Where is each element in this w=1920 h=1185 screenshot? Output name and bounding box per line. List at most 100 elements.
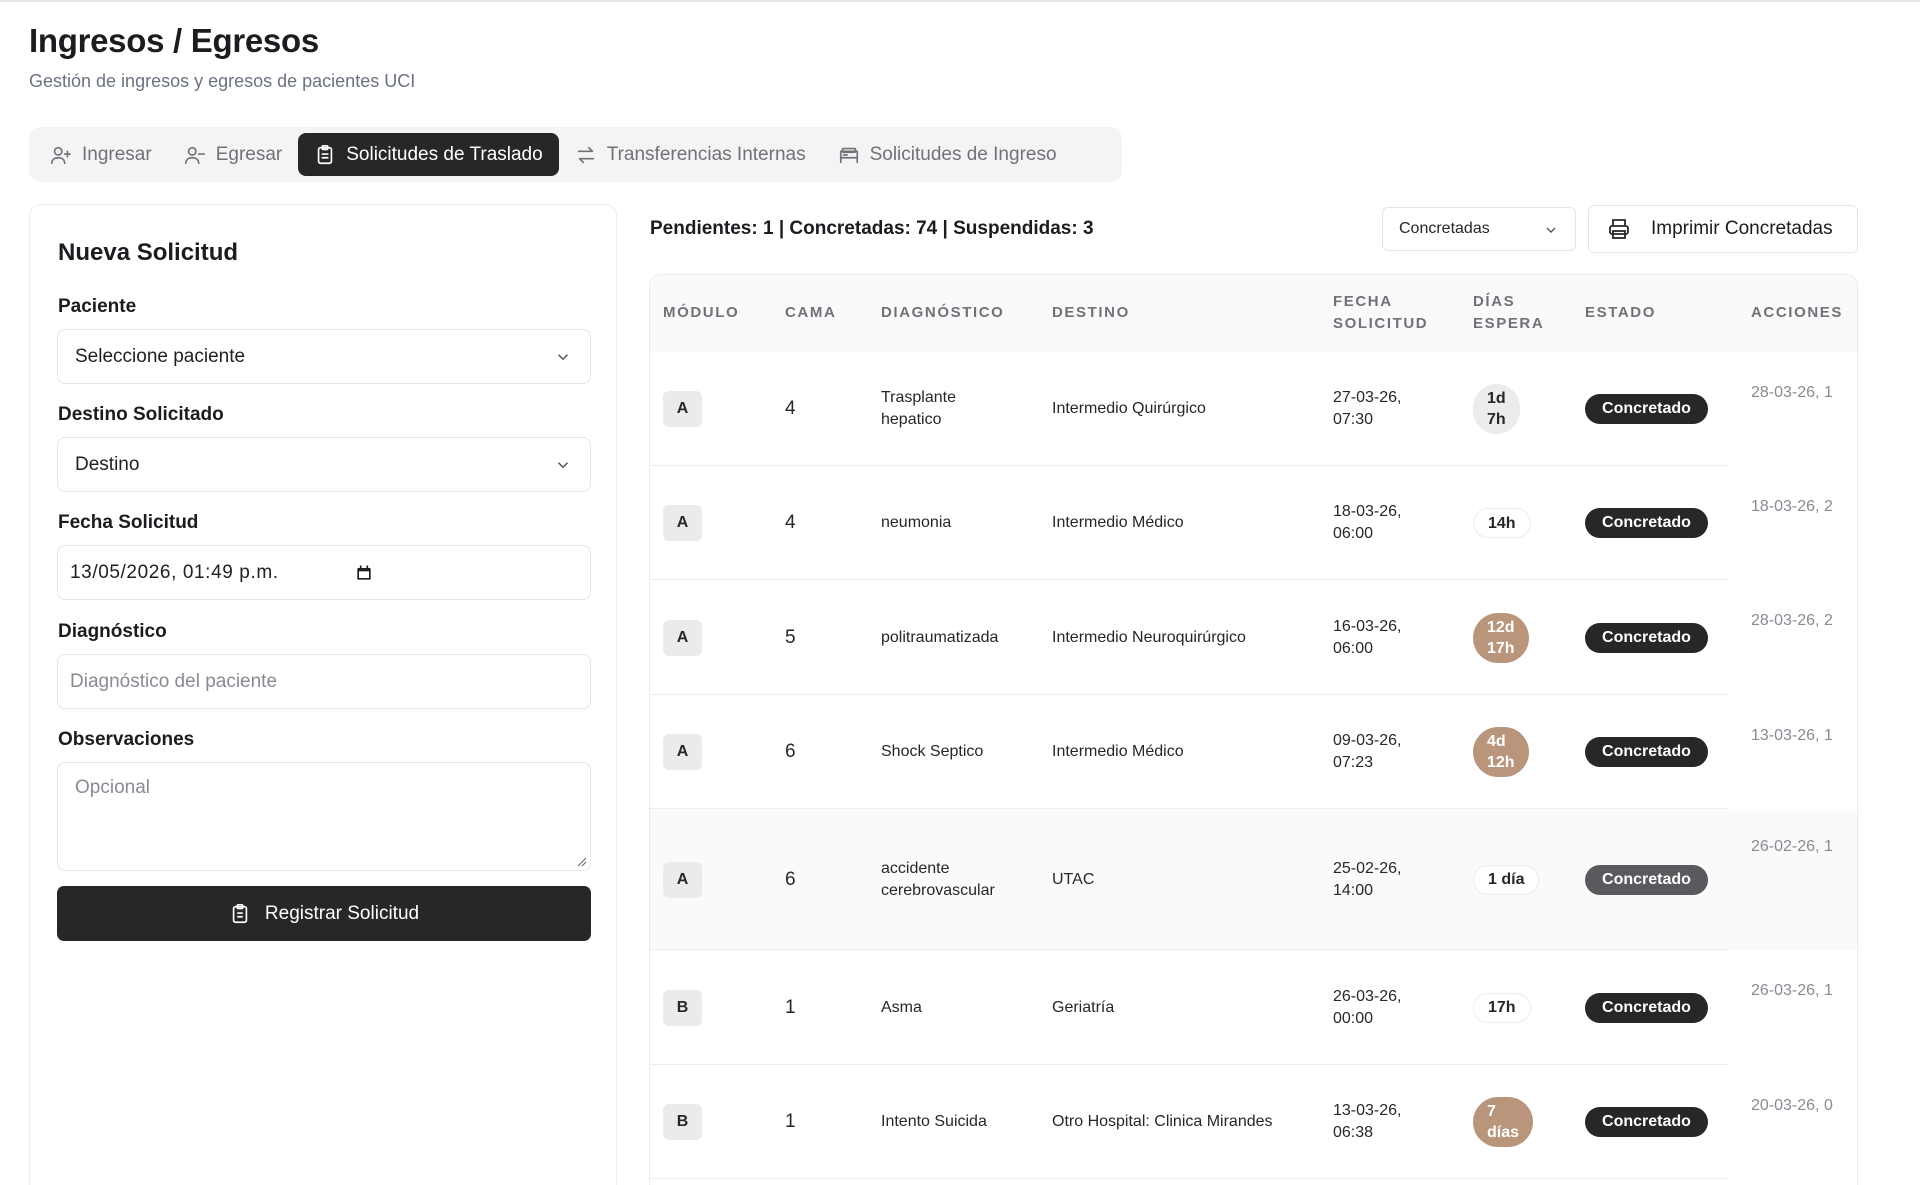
destination-cell: Geriatría — [1052, 998, 1115, 1016]
column-header-dias-line: ESPERA — [1473, 315, 1545, 332]
diagnosis-cell-line: neumonia — [881, 514, 952, 531]
module-badge: A — [663, 505, 702, 541]
table-row[interactable]: A 5 politraumatizada Intermedio Neuroquirúr… — [650, 580, 1857, 695]
row-divider — [650, 1178, 1728, 1179]
destino-select[interactable]: Destino — [57, 437, 591, 492]
table-row[interactable]: A 4 neumonia Intermedio Médico 18-03-26, 06:0… — [650, 466, 1857, 580]
wait-days-badge-line: 7 — [1487, 1103, 1496, 1120]
wait-days-badge: 1d 7h — [1473, 384, 1520, 434]
module-badge: A — [663, 861, 702, 898]
status-badge: Concretado — [1585, 1107, 1708, 1137]
tab-label: Transferencias Internas — [606, 143, 806, 165]
chevron-down-icon — [1546, 227, 1556, 233]
column-header-dias-line: DÍAS — [1473, 293, 1516, 310]
request-date-cell-line: 06:00 — [1333, 525, 1374, 542]
wait-days-badge-line: 7h — [1487, 411, 1506, 428]
table-row[interactable]: B 1 Intento Suicida Otro Hospital: Clinica … — [650, 1065, 1857, 1179]
action-date[interactable]: 28-03-26, 2 — [1751, 612, 1833, 630]
column-header-diagnostico: DIAGNÓSTICO — [881, 304, 1005, 321]
wait-days-badge-line: días — [1487, 1124, 1520, 1141]
page-subtitle: Gestión de ingresos y egresos de pacient… — [29, 71, 416, 91]
tab-solicitudes-ingreso[interactable]: Solicitudes de Ingreso — [822, 133, 1073, 176]
diagnosis-cell-line: Trasplante — [881, 389, 956, 406]
form-title: Nueva Solicitud — [58, 239, 239, 266]
diagnostico-label: Diagnóstico — [58, 621, 167, 642]
chevron-down-icon — [557, 462, 569, 469]
action-date[interactable]: 26-02-26, 1 — [1751, 838, 1833, 856]
column-header-cama: CAMA — [785, 304, 837, 321]
requests-table: MÓDULO CAMA DIAGNÓSTICO DESTINO FECHA SO… — [649, 274, 1858, 1185]
table-row[interactable]: A 4 Trasplante hepatico Intermedio Quirúrgic… — [650, 352, 1857, 466]
wait-days-badge-line: 17h — [1487, 639, 1515, 657]
destination-cell: UTAC — [1052, 870, 1095, 888]
destino-select-value: Destino — [75, 453, 140, 475]
status-filter-select[interactable]: Concretadas — [1382, 207, 1576, 251]
module-badge: A — [663, 391, 702, 427]
resize-handle-icon[interactable] — [575, 855, 587, 867]
paciente-select-value: Seleccione paciente — [75, 345, 246, 367]
diagnostico-placeholder: Diagnóstico del paciente — [70, 670, 278, 692]
observaciones-label: Observaciones — [58, 729, 195, 750]
new-request-form: Nueva Solicitud Paciente Seleccione paci… — [29, 204, 617, 1185]
diagnosis-cell: neumonia — [881, 512, 951, 534]
fecha-value: 13/05/2026, 01:49 p.m. — [70, 561, 279, 583]
bed-number: 6 — [785, 741, 796, 762]
tab-egresar[interactable]: Egresar — [168, 133, 299, 176]
diagnosis-cell-line: cerebrovascular — [881, 881, 995, 899]
wait-days-badge: 7 días — [1473, 1097, 1534, 1147]
action-date[interactable]: 28-03-26, 1 — [1751, 384, 1833, 402]
request-date-cell: 16-03-26, 06:00 — [1333, 616, 1402, 660]
tab-ingresar[interactable]: Ingresar — [34, 133, 168, 176]
wait-days-badge-line: 1 día — [1488, 871, 1525, 888]
request-date-cell-line: 07:30 — [1333, 411, 1374, 428]
column-header-fecha-line: FECHA — [1333, 293, 1393, 310]
request-date-cell: 25-02-26, 14:00 — [1333, 858, 1402, 902]
fecha-input[interactable]: 13/05/2026, 01:49 p.m. — [57, 545, 591, 600]
calendar-icon[interactable] — [354, 563, 374, 583]
paciente-select[interactable]: Seleccione paciente — [57, 329, 591, 384]
wait-days-badge: 12d 17h — [1473, 612, 1529, 663]
action-date[interactable]: 20-03-26, 0 — [1751, 1097, 1833, 1115]
column-header-dias: DÍAS ESPERA — [1473, 291, 1544, 335]
request-date-cell: 09-03-26, 07:23 — [1333, 730, 1402, 774]
request-date-cell: 27-03-26, 07:30 — [1333, 387, 1402, 431]
tab-label: Ingresar — [82, 143, 152, 165]
arrows-left-right-icon — [577, 146, 594, 163]
tab-transferencias-internas[interactable]: Transferencias Internas — [559, 133, 822, 176]
diagnosis-cell-line: accidente — [881, 859, 950, 877]
print-concretadas-button[interactable]: Imprimir Concretadas — [1588, 205, 1858, 253]
column-header-destino: DESTINO — [1052, 304, 1130, 321]
destination-cell: Intermedio Médico — [1052, 514, 1184, 531]
action-date[interactable]: 18-03-26, 2 — [1751, 498, 1833, 516]
wait-days-badge-line: 14h — [1488, 514, 1516, 532]
column-header-estado: ESTADO — [1585, 304, 1656, 321]
tab-solicitudes-traslado[interactable]: Solicitudes de Traslado — [298, 133, 559, 176]
chevron-down-icon — [557, 354, 569, 361]
request-date-cell: 18-03-26, 06:00 — [1333, 501, 1402, 545]
bed-icon — [839, 147, 858, 163]
bed-number: 4 — [785, 398, 796, 419]
observaciones-textarea[interactable]: Opcional — [57, 762, 591, 871]
column-header-acciones: ACCIONES — [1751, 304, 1843, 321]
tab-bar: Ingresar Egresar Solicitudes de Traslado… — [29, 127, 1122, 182]
action-date[interactable]: 26-03-26, 1 — [1751, 982, 1833, 1000]
table-row[interactable]: A 6 accidente cerebrovascular UTAC 25-02-26, 1… — [650, 809, 1857, 950]
diagnosis-cell: Intento Suicida — [881, 1111, 987, 1133]
destination-cell: Intermedio Quirúrgico — [1052, 400, 1206, 417]
request-date-cell: 26-03-26, 00:00 — [1333, 986, 1402, 1030]
clipboard-icon — [317, 144, 333, 164]
table-row[interactable]: A 6 Shock Septico Intermedio Médico 09-03-26… — [650, 695, 1857, 809]
requests-summary: Pendientes: 1 | Concretadas: 74 | Suspen… — [650, 218, 1094, 239]
diagnosis-cell-line: Asma — [881, 998, 922, 1016]
diagnostico-input[interactable]: Diagnóstico del paciente — [57, 654, 591, 709]
table-header: MÓDULO CAMA DIAGNÓSTICO DESTINO FECHA SO… — [650, 275, 1857, 352]
actions-cell: 18-03-26, 2 — [1728, 466, 1857, 580]
table-row[interactable]: B 1 Asma Geriatría 26-03-26, 00:00 17h Concreta… — [650, 950, 1857, 1065]
column-header-modulo: MÓDULO — [663, 304, 740, 321]
register-request-button[interactable]: Registrar Solicitud — [57, 886, 591, 941]
action-date[interactable]: 13-03-26, 1 — [1751, 727, 1833, 745]
page-title: Ingresos / Egresos — [29, 22, 319, 59]
diagnosis-cell: accidente cerebrovascular — [881, 858, 995, 902]
register-request-label: Registrar Solicitud — [264, 902, 420, 924]
bed-number: 6 — [785, 868, 796, 890]
